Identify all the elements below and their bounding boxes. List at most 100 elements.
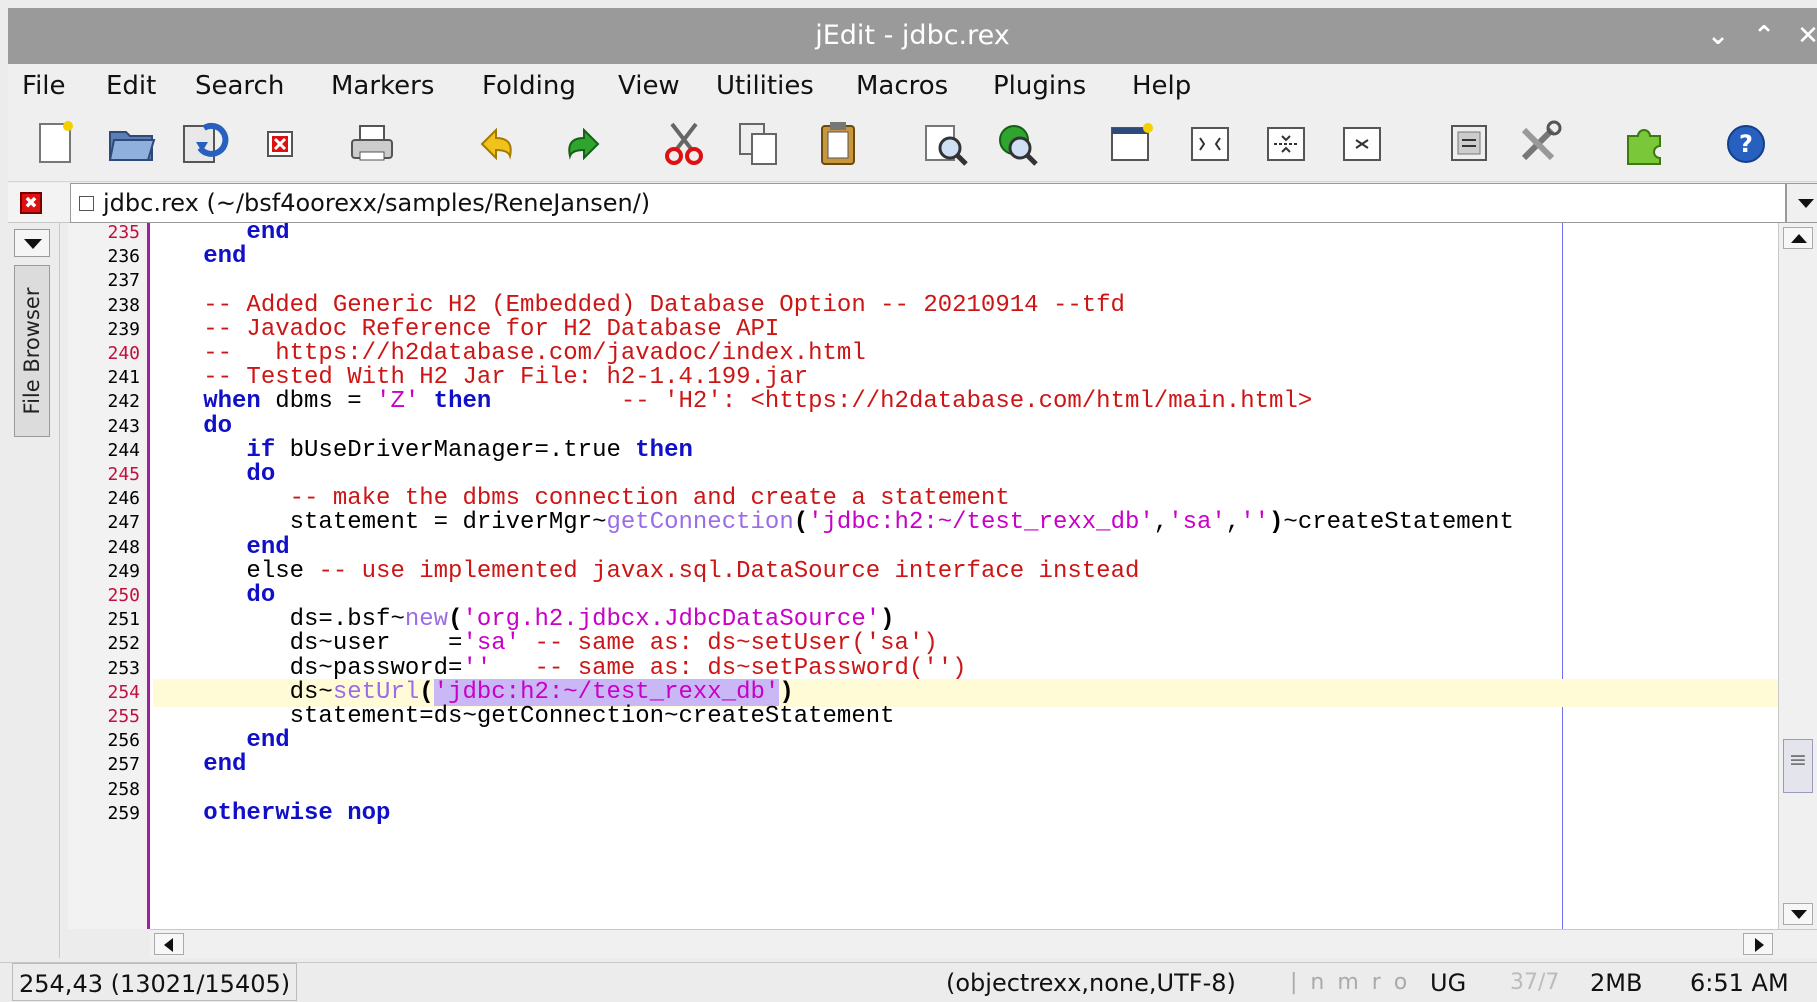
title-bar: jEdit - jdbc.rex ⌄ ⌃ ✕ bbox=[8, 8, 1817, 64]
close-buffer-button[interactable]: ✖ bbox=[20, 192, 42, 214]
print-icon[interactable] bbox=[346, 118, 398, 170]
code-token: when bbox=[160, 388, 261, 416]
text-area[interactable]: 235 end 236 end 237 238 -- Added Generic H2… bbox=[68, 223, 1778, 929]
svg-text:?: ? bbox=[1739, 130, 1753, 158]
status-flags[interactable]: | n m r o bbox=[1290, 963, 1410, 1002]
clock: 6:51 AM bbox=[1690, 969, 1789, 997]
code-token: , bbox=[1153, 509, 1169, 537]
code-token: do bbox=[160, 461, 276, 488]
memory-total[interactable]: 2MB bbox=[1590, 963, 1642, 1002]
code-token: ~createStatement bbox=[1283, 509, 1514, 537]
open-file-icon[interactable] bbox=[106, 118, 158, 170]
find-in-files-icon[interactable] bbox=[992, 118, 1044, 170]
memory-used[interactable]: 37/7 bbox=[1510, 963, 1559, 1002]
cut-icon[interactable] bbox=[658, 118, 710, 170]
code-token: 'jdbc:h2:~/test_rexx_db' bbox=[433, 678, 780, 706]
menu-plugins[interactable]: Plugins bbox=[993, 64, 1086, 108]
code-token: statement = driverMgr~ bbox=[160, 509, 607, 537]
reload-icon[interactable] bbox=[178, 118, 230, 170]
split-horizontal-icon[interactable] bbox=[1184, 118, 1236, 170]
vertical-scrollbar[interactable] bbox=[1778, 223, 1817, 929]
code-token: ds~user = bbox=[160, 630, 463, 658]
code-token: '' bbox=[462, 654, 492, 682]
code-line[interactable]: 259 otherwise nop bbox=[68, 800, 1778, 828]
paste-icon[interactable] bbox=[812, 118, 864, 170]
code-token: do bbox=[160, 412, 233, 440]
code-token: -- Javadoc Reference for H2 Database API bbox=[160, 315, 780, 343]
menu-search[interactable]: Search bbox=[195, 64, 284, 108]
caret-position[interactable]: 254,43 (13021/15405) bbox=[12, 963, 298, 1001]
buffer-switcher-bar: ✖ jdbc.rex (~/bsf4oorexx/samples/ReneJan… bbox=[8, 183, 1817, 223]
menu-folding[interactable]: Folding bbox=[482, 64, 576, 108]
unsplit-icon[interactable] bbox=[1336, 118, 1388, 170]
vertical-scroll-thumb[interactable] bbox=[1783, 739, 1813, 793]
dock-toggle-button[interactable] bbox=[14, 229, 50, 257]
global-options-icon[interactable] bbox=[1514, 118, 1566, 170]
toolbar: ? bbox=[8, 108, 1817, 182]
unmodified-indicator-icon bbox=[79, 196, 94, 211]
new-file-icon[interactable] bbox=[30, 118, 82, 170]
code-token: new bbox=[404, 606, 449, 634]
copy-icon[interactable] bbox=[732, 118, 784, 170]
code-text: otherwise nop bbox=[160, 800, 390, 828]
left-dock: File Browser bbox=[8, 223, 60, 958]
menu-help[interactable]: Help bbox=[1132, 64, 1191, 108]
code-token: 'Z' bbox=[376, 388, 420, 416]
minimize-button[interactable]: ⌄ bbox=[1698, 8, 1738, 64]
scroll-down-button[interactable] bbox=[1783, 903, 1813, 925]
code-token: ds=.bsf~ bbox=[160, 606, 405, 634]
code-token: ) bbox=[779, 678, 794, 706]
code-token: getConnection bbox=[606, 509, 794, 537]
code-token: end bbox=[160, 243, 247, 271]
code-token: ds~password= bbox=[160, 654, 463, 682]
menu-macros[interactable]: Macros bbox=[856, 64, 948, 108]
menu-file[interactable]: File bbox=[22, 64, 66, 108]
split-vertical-icon[interactable] bbox=[1260, 118, 1312, 170]
buffer-label: jdbc.rex (~/bsf4oorexx/samples/ReneJanse… bbox=[103, 189, 651, 217]
scroll-right-button[interactable] bbox=[1743, 933, 1773, 955]
code-token: else bbox=[160, 557, 319, 585]
new-view-icon[interactable] bbox=[1106, 118, 1158, 170]
menu-edit[interactable]: Edit bbox=[106, 64, 156, 108]
menu-bar: File Edit Search Markers Folding View Ut… bbox=[8, 64, 1817, 108]
buffer-options-icon[interactable] bbox=[1444, 118, 1496, 170]
plugin-manager-icon[interactable] bbox=[1618, 118, 1670, 170]
redo-icon[interactable] bbox=[554, 118, 606, 170]
undo-icon[interactable] bbox=[474, 118, 526, 170]
code-token: bUseDriverManager=.true bbox=[275, 436, 636, 464]
code-token: -- make the dbms connection and create a… bbox=[160, 485, 1010, 513]
menu-utilities[interactable]: Utilities bbox=[716, 64, 814, 108]
status-bar: 254,43 (13021/15405) (objectrexx,none,UT… bbox=[0, 962, 1817, 1002]
horizontal-scrollbar[interactable] bbox=[150, 929, 1817, 958]
window-title: jEdit - jdbc.rex bbox=[815, 20, 1010, 51]
ug-indicator[interactable]: UG bbox=[1430, 963, 1466, 1002]
code-token: if bbox=[160, 436, 276, 464]
maximize-button[interactable]: ⌃ bbox=[1744, 8, 1784, 64]
file-browser-tab-label: File Browser bbox=[20, 287, 44, 415]
close-window-button[interactable]: ✕ bbox=[1788, 8, 1817, 64]
scroll-up-button[interactable] bbox=[1783, 227, 1813, 249]
code-token: then bbox=[433, 388, 492, 416]
code-token: otherwise nop bbox=[160, 799, 391, 827]
code-token: -- same as: ds~setPassword('') bbox=[534, 654, 967, 682]
code-token: ( bbox=[419, 678, 434, 706]
help-icon[interactable]: ? bbox=[1720, 118, 1772, 170]
code-token: 'org.h2.jdbcx.JdbcDataSource' bbox=[462, 606, 881, 634]
menu-view[interactable]: View bbox=[618, 64, 680, 108]
code-token: 'sa' bbox=[462, 630, 521, 658]
code-token: ds~ bbox=[160, 678, 333, 706]
buffer-switcher[interactable]: jdbc.rex (~/bsf4oorexx/samples/ReneJanse… bbox=[70, 183, 1786, 223]
code-token: -- same as: ds~setUser('sa') bbox=[534, 630, 938, 658]
menu-markers[interactable]: Markers bbox=[331, 64, 434, 108]
file-browser-tab[interactable]: File Browser bbox=[14, 265, 50, 437]
buffer-mode-info[interactable]: (objectrexx,none,UTF-8) bbox=[946, 963, 1236, 1002]
code-token: ( bbox=[448, 606, 463, 634]
find-icon[interactable] bbox=[920, 118, 972, 170]
close-file-icon[interactable] bbox=[254, 118, 306, 170]
code-token: -- Added Generic H2 (Embedded) Database … bbox=[160, 291, 1125, 319]
buffer-dropdown-button[interactable] bbox=[1786, 183, 1817, 223]
scroll-left-button[interactable] bbox=[154, 933, 184, 955]
